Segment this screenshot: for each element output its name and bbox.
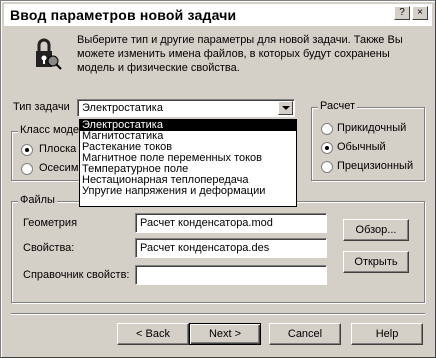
- help-icon[interactable]: ?: [394, 6, 410, 20]
- intro-text: Выберите тип и другие параметры для ново…: [77, 34, 403, 74]
- browse-button[interactable]: Обзор...: [343, 219, 409, 241]
- calc-normal-label: Обычный: [337, 141, 386, 153]
- task-type-dropdown-list: Электростатика Магнитостатика Растекание…: [79, 119, 297, 207]
- calculation-label: Расчет: [318, 100, 357, 112]
- cancel-button[interactable]: Cancel: [269, 323, 341, 345]
- calc-rough-label: Прикидочный: [337, 122, 407, 134]
- help-button[interactable]: Help: [351, 323, 423, 345]
- calc-rough-radio[interactable]: [321, 123, 333, 135]
- model-class-label: Класс моде: [18, 124, 81, 136]
- dropdown-option[interactable]: Упругие напряжения и деформации: [80, 186, 296, 197]
- reference-label: Справочник свойств:: [23, 269, 130, 281]
- title-bar: Ввод параметров новой задачи ? ×: [4, 4, 432, 26]
- dialog-title: Ввод параметров новой задачи: [10, 7, 237, 23]
- task-type-select[interactable]: Электростатика: [77, 99, 295, 117]
- calc-normal-radio[interactable]: [321, 142, 333, 154]
- model-class-plane-radio[interactable]: [21, 144, 33, 156]
- new-task-dialog: Ввод параметров новой задачи ? × Выберит…: [0, 0, 436, 358]
- model-class-axisym-radio[interactable]: [21, 163, 33, 175]
- reference-field[interactable]: [135, 265, 327, 285]
- model-class-plane-label: Плоска: [39, 143, 77, 155]
- task-type-label: Тип задачи: [13, 101, 70, 113]
- properties-field[interactable]: Расчет конденсатора.des: [135, 238, 327, 258]
- calc-precise-label: Прецизионный: [337, 160, 414, 172]
- properties-label: Свойства:: [23, 242, 75, 254]
- open-button[interactable]: Открыть: [343, 251, 409, 273]
- files-label: Файлы: [18, 194, 57, 206]
- geometry-label: Геометрия: [23, 217, 78, 229]
- calc-precise-radio[interactable]: [321, 161, 333, 173]
- back-button[interactable]: < Back: [117, 323, 189, 345]
- model-class-axisym-label: Осесим: [39, 162, 79, 174]
- chevron-down-icon: [282, 106, 290, 110]
- task-type-selected: Электростатика: [82, 102, 163, 114]
- dropdown-button[interactable]: [278, 101, 293, 115]
- geometry-field[interactable]: Расчет конденсатора.mod: [135, 213, 327, 233]
- wizard-lock-icon: [36, 38, 62, 70]
- next-button[interactable]: Next >: [189, 323, 261, 345]
- close-icon[interactable]: ×: [412, 6, 428, 20]
- button-separator: [11, 313, 425, 315]
